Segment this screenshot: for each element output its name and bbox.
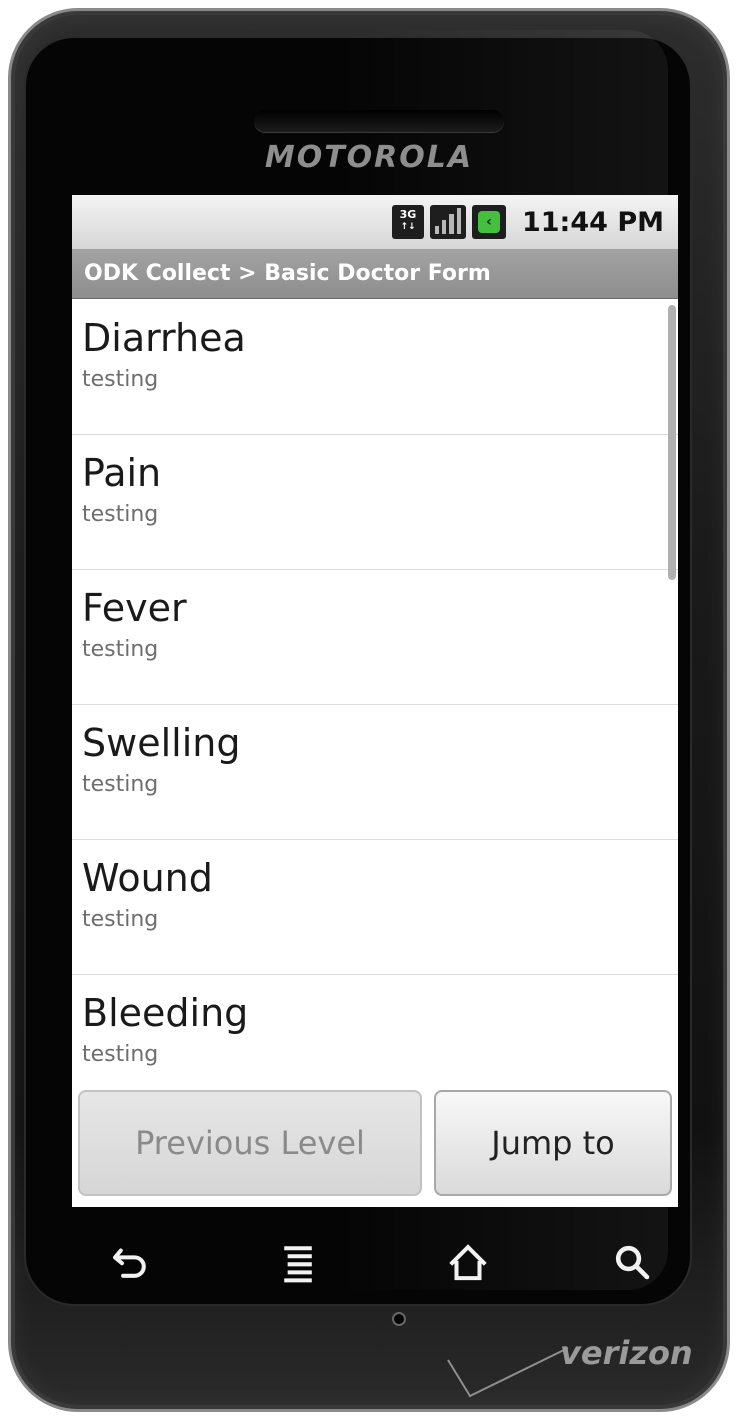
- list-item-subtitle: testing: [82, 502, 159, 527]
- carrier-logo: verizon: [560, 1334, 693, 1372]
- status-clock: 11:44 PM: [521, 206, 664, 238]
- list-item-subtitle: testing: [82, 1042, 159, 1067]
- list-item-title: Pain: [82, 451, 162, 495]
- back-icon[interactable]: [100, 1232, 160, 1292]
- status-bar: 3G ↑↓ ‹ 11:44 PM: [72, 195, 678, 249]
- verizon-check-logo: [447, 1347, 569, 1398]
- battery-charging-icon: ‹: [471, 205, 506, 239]
- previous-level-button[interactable]: Previous Level: [78, 1090, 422, 1196]
- status-icons: 3G ↑↓ ‹ 11:44 PM: [391, 203, 664, 241]
- list-item-fever[interactable]: Fever testing: [72, 570, 678, 705]
- list-item-title: Bleeding: [82, 991, 249, 1035]
- 3g-icon: 3G ↑↓: [391, 205, 424, 239]
- list-item-title: Swelling: [82, 721, 241, 765]
- jump-to-button[interactable]: Jump to: [434, 1090, 672, 1196]
- list-scrollbar[interactable]: [668, 305, 676, 580]
- hardware-keys: [72, 1222, 678, 1302]
- search-icon[interactable]: [602, 1232, 662, 1292]
- list-item-wound[interactable]: Wound testing: [72, 840, 678, 975]
- list-item-title: Fever: [82, 586, 187, 630]
- menu-icon[interactable]: [268, 1232, 328, 1292]
- list-item-swelling[interactable]: Swelling testing: [72, 705, 678, 840]
- earpiece-speaker: [254, 110, 504, 132]
- list-item-subtitle: testing: [82, 907, 159, 932]
- list-item-subtitle: testing: [82, 637, 159, 662]
- app-title-bar: ODK Collect > Basic Doctor Form: [72, 249, 678, 299]
- list-item-diarrhea[interactable]: Diarrhea testing: [72, 300, 678, 435]
- device-screen: 3G ↑↓ ‹ 11:44 PM ODK Collect > Basic Doc…: [72, 195, 678, 1207]
- signal-strength-icon: [429, 205, 466, 239]
- form-hierarchy-list[interactable]: Diarrhea testing Pain testing Fever test…: [72, 300, 678, 1090]
- list-item-title: Wound: [82, 856, 213, 900]
- list-item-subtitle: testing: [82, 367, 159, 392]
- navigation-button-bar: Previous Level Jump to: [72, 1081, 678, 1207]
- list-item-bleeding[interactable]: Bleeding testing: [72, 975, 678, 1090]
- list-item-subtitle: testing: [82, 772, 159, 797]
- list-item-title: Diarrhea: [82, 316, 246, 360]
- headphone-jack: [392, 1312, 406, 1326]
- device-brand-logo: MOTOROLA: [264, 140, 474, 175]
- list-item-pain[interactable]: Pain testing: [72, 435, 678, 570]
- home-icon[interactable]: [438, 1232, 498, 1292]
